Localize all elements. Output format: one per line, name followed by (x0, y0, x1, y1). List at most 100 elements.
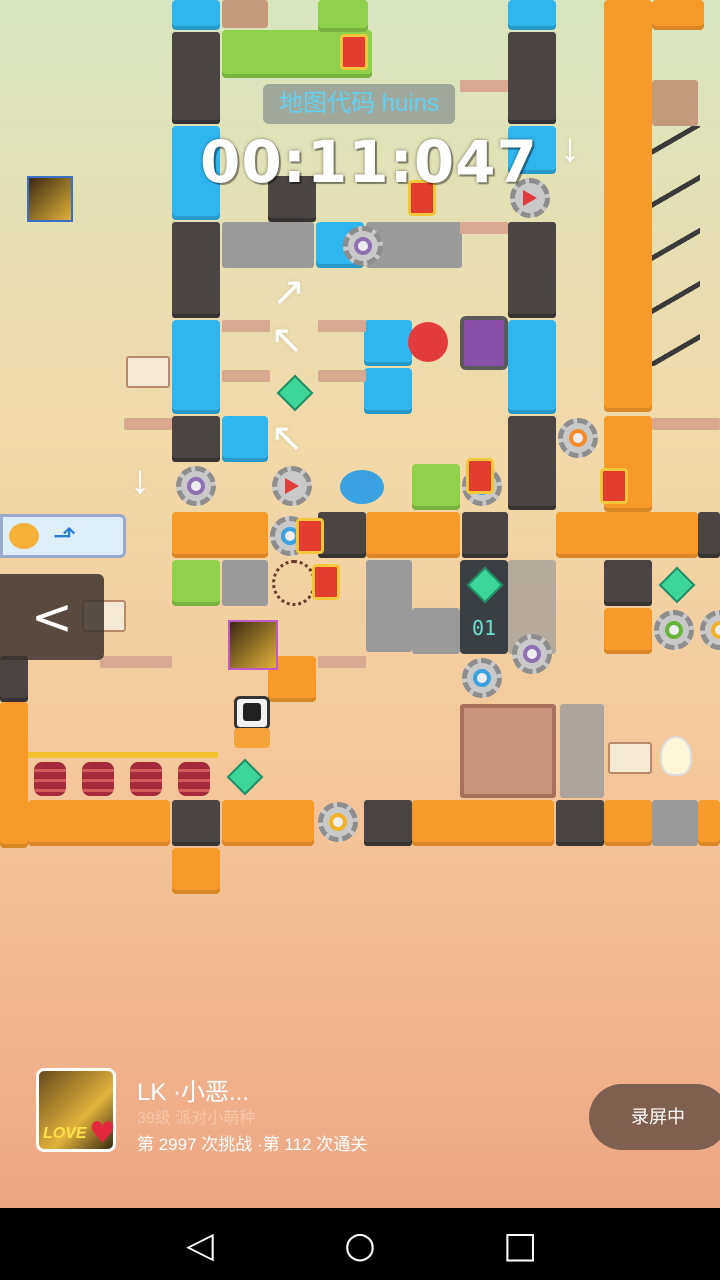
orange-block (366, 512, 460, 558)
counter-panel: 01 (460, 560, 508, 654)
dark-block (364, 800, 412, 846)
orange-block (412, 800, 554, 846)
nav-home-icon[interactable]: ○ (340, 1226, 380, 1266)
blue-block (222, 416, 268, 462)
player-character (228, 696, 276, 752)
crate-block (222, 0, 268, 28)
dark-block (172, 32, 220, 124)
lightbulb-icon (660, 736, 692, 776)
dark-block (172, 800, 220, 846)
gem-icon (226, 758, 264, 796)
arrow-up-right-icon: ↗ (272, 270, 306, 314)
blue-block (172, 0, 220, 30)
dark-block (172, 222, 220, 318)
blue-block (508, 0, 556, 30)
back-button[interactable]: < (0, 574, 104, 660)
grey-block (412, 608, 460, 654)
plank (222, 370, 270, 382)
plank (124, 418, 172, 430)
grey-block (222, 560, 268, 606)
dark-block (698, 512, 720, 558)
green-gear-icon (654, 610, 694, 650)
spring-icon (178, 762, 210, 796)
mascot-icon (9, 523, 39, 549)
lock-block-icon (460, 316, 508, 370)
plank (652, 418, 720, 430)
plank (460, 222, 508, 234)
plank (460, 80, 508, 92)
orange-block (556, 512, 698, 558)
player-name: LK ·小恶... (137, 1079, 250, 1106)
arrow-up-left-icon: ↖ (270, 416, 304, 460)
blue-block (364, 368, 412, 414)
heart-icon: ♥ (89, 1116, 116, 1151)
orange-block (172, 848, 220, 894)
player-stats: 第 2997 次挑战 ·第 112 次通关 (137, 1135, 368, 1154)
gem-icon (658, 566, 696, 604)
plank (318, 370, 366, 382)
dark-block (508, 416, 556, 510)
boxing-glove-icon (408, 322, 448, 362)
other-player-avatar (228, 620, 278, 670)
green-block (172, 560, 220, 606)
orange-block (698, 800, 720, 846)
orange-block (652, 0, 704, 30)
zigzag-ladder (652, 126, 700, 366)
orange-gear-icon (558, 418, 598, 458)
nav-back-icon[interactable]: ◁ (180, 1226, 220, 1266)
purple-gear-icon (176, 466, 216, 506)
orange-block (28, 800, 170, 846)
yellow-gear-icon (318, 802, 358, 842)
green-block (412, 464, 460, 510)
tnt-icon (312, 564, 340, 600)
play-gear-icon (272, 466, 312, 506)
conveyor-block (366, 560, 412, 652)
dark-block (318, 512, 366, 558)
arrow-down-icon: ↓ (560, 126, 580, 170)
spectator-avatar[interactable] (27, 176, 73, 222)
balloon-icon (340, 470, 384, 504)
blue-gear-icon (462, 658, 502, 698)
tnt-icon (296, 518, 324, 554)
arrow-turn-up-icon: ⬏ (53, 519, 77, 552)
race-timer: 00:11:047 (200, 128, 538, 196)
plank (100, 656, 172, 668)
dark-block (462, 512, 508, 558)
orange-block (604, 0, 652, 412)
purple-gear-icon (343, 226, 383, 266)
tnt-icon (466, 458, 494, 494)
dark-block (508, 222, 556, 318)
spring-icon (82, 762, 114, 796)
orange-block (604, 608, 652, 654)
hint-panel[interactable]: ⬏ (0, 514, 126, 558)
plank (318, 656, 366, 668)
nav-recent-icon[interactable]: □ (500, 1226, 540, 1266)
dark-block (604, 560, 652, 606)
system-navbar: ◁ ○ □ (0, 1208, 720, 1280)
blue-block (508, 320, 556, 414)
player-card[interactable]: LOVE ♥ LK ·小恶... 39级 派对小萌种 第 2997 次挑战 ·第… (30, 1060, 470, 1170)
crate-block (652, 80, 698, 126)
arrow-up-left-icon: ↖ (270, 318, 304, 362)
blue-block (364, 320, 412, 366)
orange-block (604, 800, 652, 846)
recording-button[interactable]: 录屏中 (589, 1084, 720, 1150)
dark-block (0, 656, 28, 702)
player-level: 39级 派对小萌种 (137, 1110, 256, 1127)
arrow-down-icon: ↓ (130, 458, 150, 502)
player-avatar[interactable]: LOVE ♥ (36, 1068, 116, 1152)
spring-platform (28, 752, 218, 758)
wooden-crate (460, 704, 556, 798)
orange-block (172, 512, 268, 558)
signpost (608, 742, 652, 774)
character-face (243, 703, 261, 721)
dark-block (508, 32, 556, 124)
orange-block (222, 800, 314, 846)
character-head (234, 696, 270, 730)
character-body (234, 728, 270, 748)
spring-icon (130, 762, 162, 796)
avatar-badge-text: LOVE (43, 1125, 87, 1142)
map-code-label: 地图代码 huins (263, 84, 455, 124)
spring-icon (34, 762, 66, 796)
plank (318, 320, 366, 332)
